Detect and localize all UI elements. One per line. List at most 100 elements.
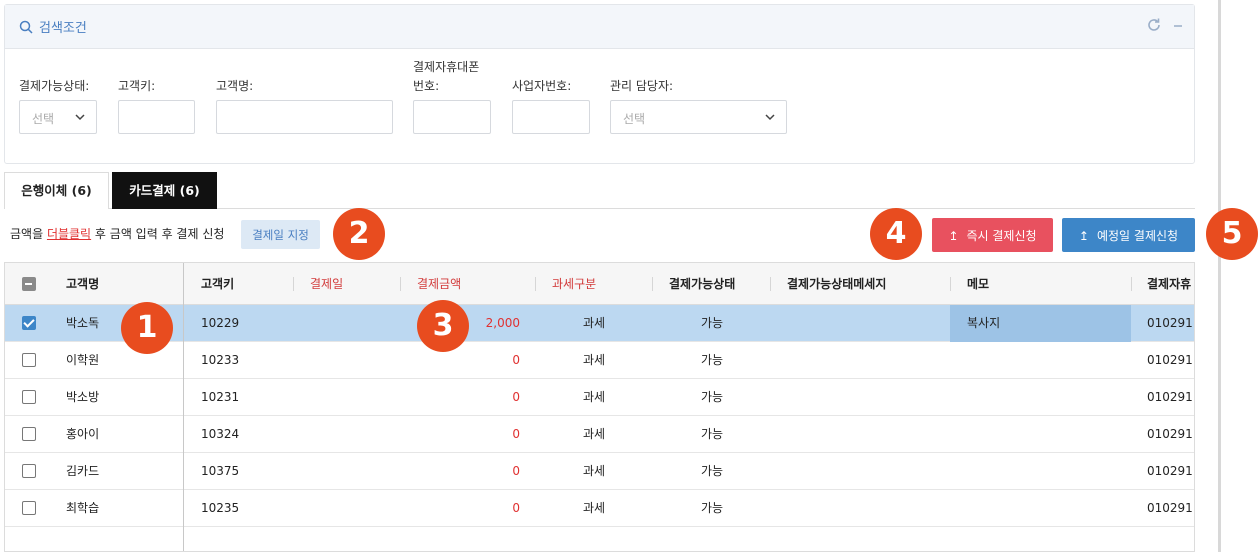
select-all-checkbox[interactable] (22, 277, 36, 291)
payer-phone-input[interactable] (413, 100, 491, 134)
cell-payment-amount[interactable]: 0 (400, 490, 520, 527)
column-header-payer-phone[interactable]: 결제자휴 (1147, 263, 1191, 305)
cell-customer-key: 10233 (201, 353, 240, 367)
cell-customer-name: 박소방 (66, 390, 100, 404)
payment-grid: 고객명 고객키 결제일 결제금액 과세구분 결제가능상태 결제가능상태메세지 메… (4, 262, 1195, 552)
column-header-payment-status[interactable]: 결제가능상태 (669, 263, 735, 305)
minus-icon[interactable] (1172, 17, 1184, 33)
chevron-down-icon (75, 114, 85, 121)
cell-payment-amount[interactable]: 0 (400, 416, 520, 453)
business-number-input[interactable] (512, 100, 590, 134)
column-separator (1131, 277, 1132, 291)
instruction-text: 금액을 더블클릭 후 금액 입력 후 결제 신청 (10, 225, 224, 242)
row-checkbox[interactable] (22, 464, 36, 478)
cell-customer-name: 박소독 (66, 316, 100, 330)
cell-customer-key: 10375 (201, 464, 240, 478)
column-header-customer-name[interactable]: 고객명 (66, 263, 99, 305)
cell-customer-key: 10231 (201, 390, 240, 404)
column-separator (770, 277, 771, 291)
scheduled-payment-request-button[interactable]: ↥ 예정일 결제신청 (1062, 218, 1195, 252)
scheduled-payment-label: 예정일 결제신청 (1096, 228, 1179, 243)
row-checkbox[interactable] (22, 427, 36, 441)
page-divider (1218, 0, 1221, 552)
search-panel-header: 검색조건 (5, 5, 1194, 49)
cell-payment-status: 가능 (701, 464, 724, 478)
cell-payment-status: 가능 (701, 427, 724, 441)
column-header-status-message[interactable]: 결제가능상태메세지 (787, 263, 886, 305)
cell-customer-key: 10229 (201, 316, 240, 330)
cell-payment-status: 가능 (701, 390, 724, 404)
search-icon (19, 20, 33, 34)
row-checkbox[interactable] (22, 501, 36, 515)
instruction-suffix: 후 금액 입력 후 결제 신청 (91, 227, 225, 241)
tab-bank-transfer[interactable]: 은행이체 (6) (4, 172, 109, 209)
cell-payer-phone: 01029110 (1147, 353, 1194, 367)
upload-icon: ↥ (1078, 228, 1089, 243)
instant-payment-label: 즉시 결제신청 (966, 228, 1037, 243)
upload-icon: ↥ (948, 228, 959, 243)
cell-customer-key: 10324 (201, 427, 240, 441)
cell-customer-key: 10235 (201, 501, 240, 515)
refresh-icon[interactable] (1146, 17, 1162, 33)
customer-name-input[interactable] (216, 100, 393, 134)
payment-tabs: 은행이체 (6) 카드결제 (6) (4, 172, 1195, 209)
column-header-payment-date[interactable]: 결제일 (310, 263, 343, 305)
payer-phone-label-line1: 결제자휴대폰 (413, 60, 480, 74)
cell-tax-type: 과세 (583, 464, 606, 478)
column-header-memo[interactable]: 메모 (967, 263, 989, 305)
cell-customer-name: 최학습 (66, 501, 100, 515)
column-separator (535, 277, 536, 291)
set-payment-date-button[interactable]: 결제일 지정 (241, 220, 320, 249)
search-panel-title[interactable]: 검색조건 (19, 17, 87, 36)
step-marker-2: 2 (333, 208, 385, 260)
cell-memo[interactable]: 복사지 (967, 305, 1000, 342)
manager-label: 관리 담당자: (610, 79, 674, 93)
cell-tax-type: 과세 (583, 390, 606, 404)
cell-payment-status: 가능 (701, 353, 724, 367)
chevron-down-icon (765, 114, 775, 121)
cell-customer-name: 이학원 (66, 353, 100, 367)
cell-payment-status: 가능 (701, 501, 724, 515)
row-checkbox[interactable] (22, 390, 36, 404)
cell-tax-type: 과세 (583, 316, 606, 330)
customer-name-label: 고객명: (216, 79, 254, 93)
payer-phone-label-line2: 번호: (413, 79, 440, 93)
instant-payment-request-button[interactable]: ↥ 즉시 결제신청 (932, 218, 1053, 252)
customer-key-label: 고객키: (118, 79, 156, 93)
tab-card-payment[interactable]: 카드결제 (6) (112, 172, 217, 209)
search-panel-title-text: 검색조건 (39, 21, 87, 36)
business-number-label: 사업자번호: (512, 79, 572, 93)
cell-payment-amount[interactable]: 0 (400, 379, 520, 416)
cell-payer-phone: 01029110 (1147, 464, 1194, 478)
cell-payment-status: 가능 (701, 316, 724, 330)
column-separator (652, 277, 653, 291)
row-checkbox[interactable] (22, 316, 36, 330)
cell-payment-amount[interactable]: 0 (400, 342, 520, 379)
cell-customer-name: 김카드 (66, 464, 100, 478)
double-click-link[interactable]: 더블클릭 (47, 227, 91, 241)
cell-tax-type: 과세 (583, 353, 606, 367)
cell-payer-phone: 01029110 (1147, 501, 1194, 515)
cell-payer-phone: 01029110 (1147, 427, 1194, 441)
frozen-column-divider (183, 263, 184, 551)
cell-payer-phone: 01029110 (1147, 390, 1194, 404)
column-separator (400, 277, 401, 291)
column-separator (950, 277, 951, 291)
column-header-tax-type[interactable]: 과세구분 (552, 263, 596, 305)
cell-payment-amount[interactable]: 0 (400, 453, 520, 490)
customer-key-input[interactable] (118, 100, 195, 134)
instruction-prefix: 금액을 (10, 227, 47, 241)
cell-payer-phone: 01029110 (1147, 316, 1194, 330)
row-checkbox[interactable] (22, 353, 36, 367)
cell-tax-type: 과세 (583, 427, 606, 441)
cell-customer-name: 홍아이 (66, 427, 100, 441)
column-separator (293, 277, 294, 291)
payment-status-select[interactable]: 선택 (19, 100, 97, 134)
column-header-payment-amount[interactable]: 결제금액 (417, 263, 461, 305)
column-header-customer-key[interactable]: 고객키 (201, 263, 234, 305)
step-marker-1: 1 (121, 302, 173, 354)
step-marker-3: 3 (417, 300, 469, 352)
step-marker-5: 5 (1206, 208, 1258, 260)
manager-select[interactable]: 선택 (610, 100, 787, 134)
step-marker-4: 4 (870, 208, 922, 260)
